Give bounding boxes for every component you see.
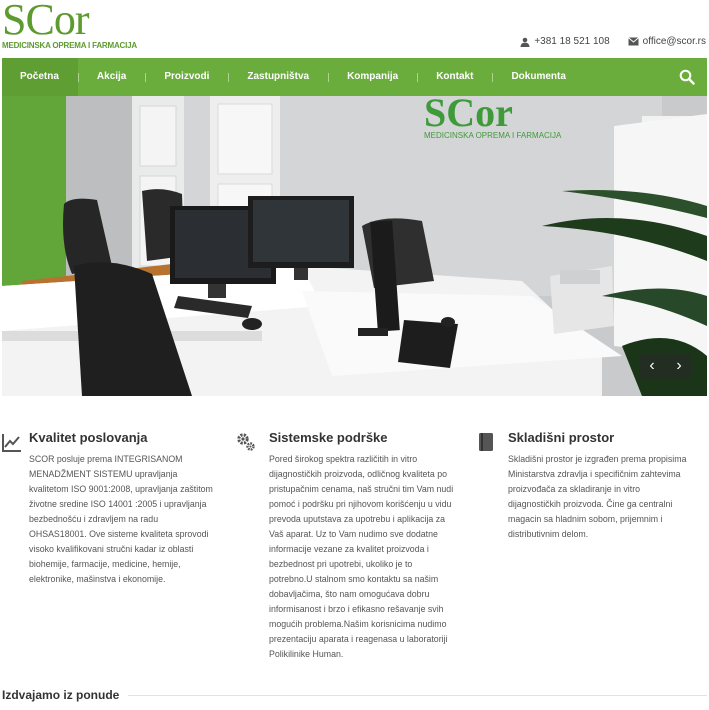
gears-icon bbox=[237, 433, 255, 451]
nav-item-kompanija[interactable]: Kompanija bbox=[328, 58, 417, 96]
text-line: proizvođača za skladiranje in vitro bbox=[508, 484, 641, 494]
search-icon[interactable] bbox=[679, 69, 695, 85]
text-line: potrebno.U stalnom smo kontaktu sa našim bbox=[269, 574, 439, 584]
phone-number: +381 18 521 108 bbox=[534, 36, 610, 47]
nav-item-kontakt[interactable]: Kontakt bbox=[417, 58, 492, 96]
slider-prev-button[interactable]: ‹ bbox=[639, 354, 665, 380]
text-line: Pored širokog spektra različitih in vitr… bbox=[269, 454, 418, 464]
text-line: distributivnim delom. bbox=[508, 529, 589, 539]
feature-title: Skladišni prostor bbox=[508, 430, 615, 445]
feature-text: Skladišni prostor je izgrađen prema prop… bbox=[508, 452, 704, 542]
text-line: životne sredine ISO 14001 :2005 i upravl… bbox=[29, 499, 207, 509]
text-line: elektronike, mašinstva i ekonomije. bbox=[29, 574, 166, 584]
nav-item-zastupnistva[interactable]: Zastupništva bbox=[228, 58, 328, 96]
feature-storage: Skladišni prostor Skladišni prostor je i… bbox=[476, 430, 704, 680]
section-divider bbox=[128, 695, 707, 696]
wall-logo: SCor bbox=[424, 96, 513, 135]
text-line: mogućih problema.Našim korisnicima nudim… bbox=[269, 619, 447, 629]
logo[interactable]: SCor MEDICINSKA OPREMA I FARMACIJA bbox=[2, 0, 137, 54]
email-address[interactable]: office@scor.rs bbox=[643, 36, 706, 47]
wall-logo-sub: MEDICINSKA OPREMA I FARMACIJA bbox=[424, 131, 562, 140]
book-icon bbox=[479, 433, 493, 451]
text-line: magacin sa hladnim sobom, prijemnim i bbox=[508, 514, 663, 524]
chart-icon bbox=[2, 434, 21, 452]
text-line: dobavljačima, što nam omogućava dobru bbox=[269, 589, 430, 599]
logo-subtitle: MEDICINSKA OPREMA I FARMACIJA bbox=[2, 41, 137, 50]
text-line: Polikilinike Human. bbox=[269, 649, 344, 659]
slider-next-button[interactable]: › bbox=[666, 354, 692, 380]
text-line: prevoda uputstava za upotrebu i aplikaci… bbox=[269, 514, 446, 524]
text-line: prezentaciju aparata i reagenasa u labor… bbox=[269, 634, 448, 644]
text-line: Vaš aparat. Uz to Vam nudimo sve dodatne bbox=[269, 529, 438, 539]
feature-support: Sistemske podrške Pored širokog spektra … bbox=[236, 430, 468, 680]
text-line: kvalitetom ISO 9001:2008, upravljanja za… bbox=[29, 484, 213, 494]
contact-bar: +381 18 521 108 office@scor.rs bbox=[502, 36, 706, 47]
header: SCor MEDICINSKA OPREMA I FARMACIJA +381 … bbox=[0, 0, 709, 58]
text-line: visoko kvalifikovani stručni kadar iz ob… bbox=[29, 544, 194, 554]
hero-slider: SCor MEDICINSKA OPREMA I FARMACIJA ‹ › bbox=[2, 96, 707, 396]
feature-text: SCOR posluje prema INTEGRISANOM MENADŽME… bbox=[29, 452, 239, 587]
email-contact[interactable]: office@scor.rs bbox=[627, 36, 706, 47]
slider-controls: ‹ › bbox=[638, 354, 692, 380]
text-line: pomoć i podršku pri njihovom korišćenju … bbox=[269, 499, 452, 509]
text-line: SCOR posluje prema INTEGRISANOM bbox=[29, 454, 183, 464]
text-line: dijagnostičkih proizvoda, odličnog kvali… bbox=[269, 469, 447, 479]
logo-mark: SCor bbox=[2, 0, 89, 44]
phone-contact: +381 18 521 108 bbox=[520, 36, 610, 47]
feature-quality: Kvalitet poslovanja SCOR posluje prema I… bbox=[2, 430, 232, 680]
section-title: Izdvajamo iz ponude bbox=[2, 688, 120, 702]
feature-text: Pored širokog spektra različitih in vitr… bbox=[269, 452, 474, 662]
nav-item-proizvodi[interactable]: Proizvodi bbox=[145, 58, 228, 96]
nav-item-pocetna[interactable]: Početna bbox=[2, 58, 78, 96]
nav-item-akcija[interactable]: Akcija bbox=[77, 58, 145, 96]
envelope-icon bbox=[627, 37, 639, 46]
text-line: informisanost i brzo i efikasno rešavanj… bbox=[269, 604, 444, 614]
text-line: bezbednošću i zdravljem na radu bbox=[29, 514, 159, 524]
nav-item-dokumenta[interactable]: Dokumenta bbox=[492, 58, 584, 96]
text-line: MENADŽMENT SISTEMU upravljanja bbox=[29, 469, 178, 479]
text-line: Ministarstva zdravlja i specifičnim zaht… bbox=[508, 469, 681, 479]
text-line: OHSAS18001. Ove sisteme kvaliteta sprovo… bbox=[29, 529, 209, 539]
text-line: biohemije, farmacije, medicine, hemije, bbox=[29, 559, 181, 569]
feature-title: Kvalitet poslovanja bbox=[29, 430, 148, 445]
text-line: dijagnostičkih proizvoda. Čine ga centra… bbox=[508, 499, 673, 509]
main-nav: Početna Akcija Proizvodi Zastupništva Ko… bbox=[2, 58, 707, 96]
phone-user-icon bbox=[520, 37, 530, 47]
office-photo: SCor MEDICINSKA OPREMA I FARMACIJA bbox=[2, 96, 707, 396]
text-line: bezbednost pri upotrebi, ukoliko je to bbox=[269, 559, 413, 569]
text-line: Skladišni prostor je izgrađen prema prop… bbox=[508, 454, 687, 464]
feature-title: Sistemske podrške bbox=[269, 430, 388, 445]
text-line: informacije vezane za kvalitet proizvoda… bbox=[269, 544, 429, 554]
text-line: pristupačnim cenama, naš stručni tim Vam… bbox=[269, 484, 454, 494]
